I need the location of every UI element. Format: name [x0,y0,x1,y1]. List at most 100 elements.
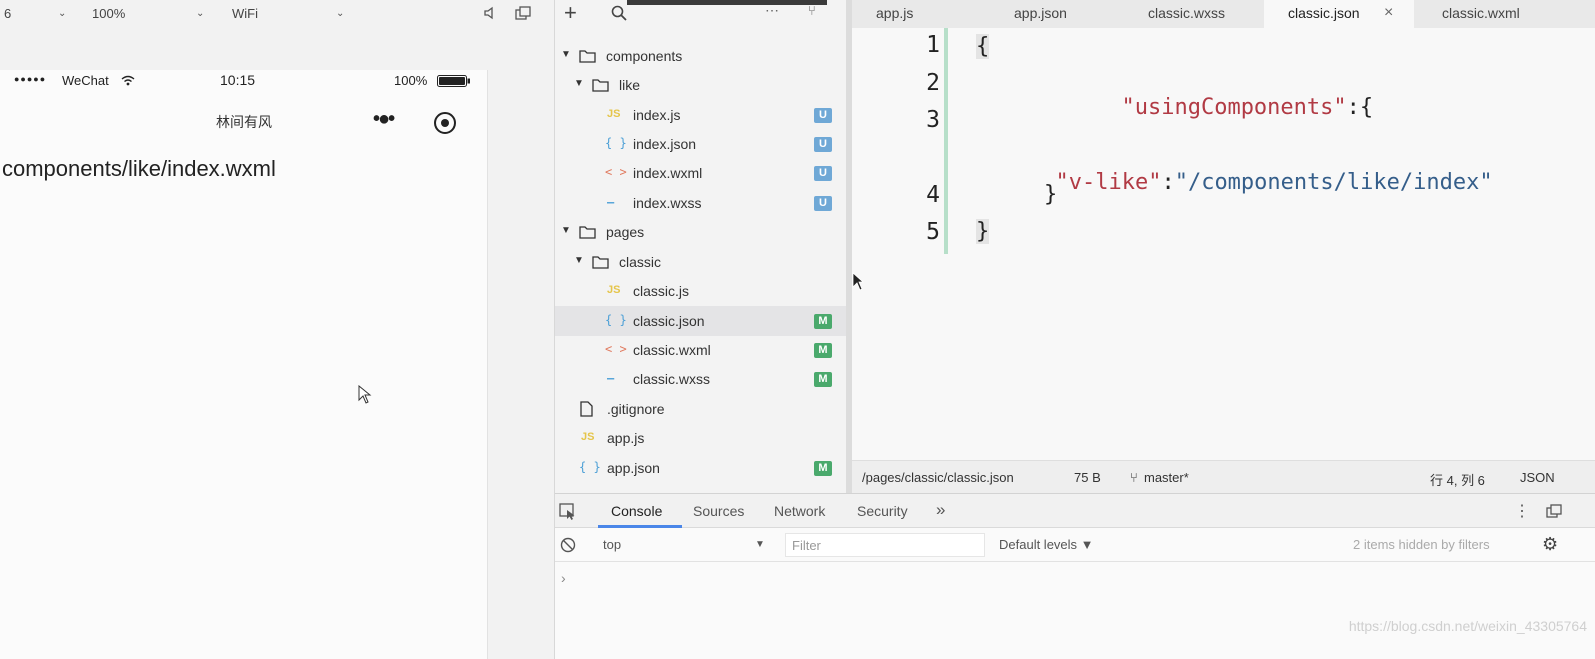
caret-down-icon: ▼ [561,225,571,236]
tree-file-index-wxml[interactable]: < > index.wxml U [555,158,846,188]
language-mode[interactable]: JSON [1520,470,1555,485]
close-miniprogram-icon[interactable] [434,112,456,134]
file-size: 75 B [1074,470,1101,485]
window-drag-bar [627,0,827,5]
line-number: 3 [926,107,940,133]
detach-window-icon[interactable] [514,5,532,21]
json-value: "/components/like/index" [1174,170,1493,195]
zoom-select[interactable]: 100% ⌄ [92,4,212,22]
tree-item-label: classic.wxml [633,342,711,358]
tab-classic-wxss[interactable]: classic.wxss [1114,0,1264,28]
device-select[interactable]: 6 ⌄ [4,4,74,22]
code-open-brace: { [976,34,990,59]
folder-open-icon [579,226,596,239]
tree-folder-pages[interactable]: ▼ pages [555,217,846,247]
tree-file-index-wxss[interactable]: — index.wxss U [555,188,846,218]
tree-folder-classic[interactable]: ▼ classic [555,247,846,277]
dock-icon[interactable] [1545,504,1563,519]
tab-label: app.json [1014,5,1067,21]
more-menu-icon[interactable]: •●• [373,108,395,131]
json-key: "v-like" [1055,170,1162,195]
network-select-value: WiFi [232,5,258,21]
tree-item-label: app.js [607,430,645,446]
tree-file-classic-wxml[interactable]: < > classic.wxml M [555,335,846,365]
file-icon [580,401,593,417]
mouse-cursor-icon [852,272,864,291]
search-icon[interactable] [611,5,627,21]
console-prompt[interactable]: › [561,570,566,586]
tab-label: classic.wxml [1442,5,1520,21]
network-select[interactable]: WiFi ⌄ [232,4,352,22]
tab-label: classic.wxss [1148,5,1226,21]
line-gutter: 1 2 3 4 5 [852,28,948,268]
caret-down-icon: ▼ [574,255,584,266]
kebab-menu-icon[interactable]: ⋮ [1514,501,1530,521]
tab-security[interactable]: Security [857,503,908,519]
ide-window: 6 ⌄ 100% ⌄ WiFi ⌄ ●●●●● WeChat 10:15 100… [0,0,1595,659]
tree-file-index-json[interactable]: { } index.json U [555,129,846,159]
tab-sources[interactable]: Sources [693,503,744,519]
tree-file-classic-json[interactable]: { } classic.json M [555,306,846,336]
tab-classic-wxml[interactable]: classic.wxml [1414,0,1595,28]
wifi-icon [121,75,135,86]
device-select-value: 6 [4,5,12,21]
console-filter-input[interactable]: Filter [785,533,985,557]
wxss-file-icon: — [607,371,615,385]
add-file-icon[interactable]: + [564,0,577,26]
git-status-badge: U [814,108,832,123]
chevron-down-icon: ⌄ [58,7,67,19]
tree-file-app-js[interactable]: JS app.js [555,423,846,453]
git-change-indicator [944,28,948,254]
more-tabs-icon[interactable]: » [936,500,945,520]
tab-label: classic.json [1288,5,1360,21]
git-branch-icon: ⑂ [1130,470,1138,485]
tree-file-classic-js[interactable]: JS classic.js [555,276,846,306]
tree-item-label: classic.json [633,313,705,329]
tree-file-gitignore[interactable]: .gitignore [555,394,846,424]
hidden-items-count: 2 items hidden by filters [1353,537,1490,552]
tab-console[interactable]: Console [611,503,662,519]
js-file-icon: JS [607,108,621,120]
code-editor[interactable]: 1 2 3 4 5 { "usingComponents":{ "v-like"… [852,28,1595,460]
log-levels-select[interactable]: Default levels ▼ [999,537,1094,552]
file-path: /pages/classic/classic.json [862,470,1014,485]
cursor-position[interactable]: 行 4, 列 6 [1430,470,1485,489]
js-file-icon: JS [607,284,621,296]
tree-item-label: index.json [633,136,697,152]
tree-file-app-json[interactable]: { } app.json M [555,453,846,483]
branch-icon[interactable]: ⑂ [808,3,816,18]
carrier-label: WeChat [62,73,109,88]
git-branch[interactable]: master* [1144,470,1189,485]
filter-placeholder: Filter [792,538,821,553]
git-status-badge: M [814,343,832,358]
git-status-badge: U [814,137,832,152]
line-number: 5 [926,219,940,245]
more-options-icon[interactable]: ⋯ [765,2,779,19]
context-select[interactable]: top [603,537,621,552]
line-number: 2 [926,70,940,96]
caret-down-icon: ▼ [574,78,584,89]
tree-folder-like[interactable]: ▼ like [555,70,846,100]
volume-icon[interactable] [481,5,497,21]
caret-down-icon[interactable]: ▼ [755,539,765,550]
tab-network[interactable]: Network [774,503,825,519]
devtools-tab-bar: Console Sources Network Security » ⋮ [555,494,1595,528]
close-icon[interactable]: × [1384,0,1393,26]
battery-percent: 100% [394,73,428,88]
line-number: 4 [926,182,940,208]
tree-item-label: components [606,48,683,64]
tree-file-index-js[interactable]: JS index.js U [555,100,846,130]
tab-app-json[interactable]: app.json [978,0,1114,28]
tree-file-classic-wxss[interactable]: — classic.wxss M [555,364,846,394]
inspect-element-icon[interactable] [559,503,577,520]
gear-icon[interactable]: ⚙ [1542,534,1558,555]
git-status-badge: M [814,372,832,387]
code-line-2: "usingComponents":{ [1042,70,1373,145]
tree-folder-components[interactable]: ▼ components [555,41,846,71]
git-status-badge: U [814,166,832,181]
tab-app-js[interactable]: app.js [852,0,978,28]
folder-open-icon [592,79,609,92]
tab-classic-json[interactable]: classic.json × [1264,0,1414,28]
clear-console-icon[interactable] [560,537,576,553]
explorer-toolbar: + ⋯ ⑂ [555,0,846,28]
